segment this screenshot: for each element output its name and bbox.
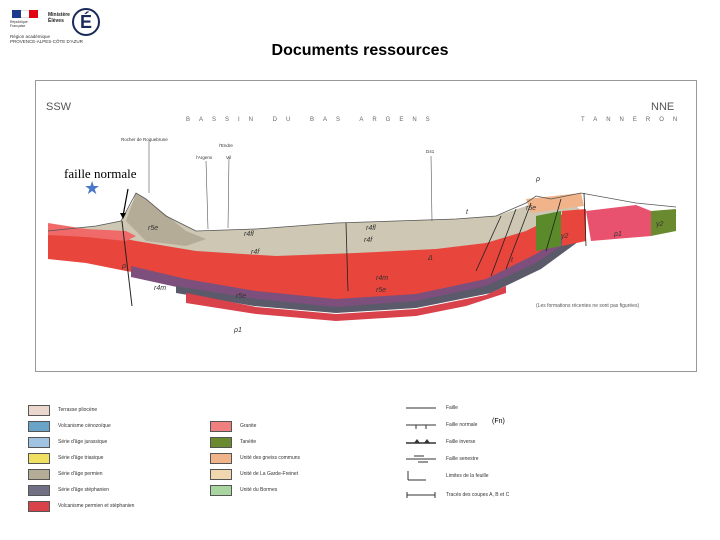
unit-label: r5e: [526, 205, 537, 212]
legend-item: Faille normale: [406, 420, 477, 430]
legend-item: Faille senestre: [406, 454, 479, 464]
olive-block-right: [651, 209, 676, 236]
legend-item: Unité des gneiss communs: [210, 452, 300, 464]
reverse-fault-symbol-icon: [406, 439, 436, 444]
top-label: Rocher de Roquebrune: [121, 137, 168, 142]
fn-label: (Fn): [492, 418, 505, 425]
legend-item: Série d'âge permien: [28, 468, 103, 480]
normal-fault-symbol-icon: [406, 424, 436, 429]
unit-label: γ2: [656, 221, 664, 228]
star-icon: ★: [84, 178, 101, 198]
unit-label: γ2: [561, 233, 569, 240]
tanneron-label: TANNERON: [581, 117, 687, 123]
leader-vil: [227, 156, 230, 229]
legend-item: Unité de La Garde-Freinet: [210, 468, 298, 480]
education-e-icon: É: [72, 8, 100, 36]
legend-item: Unité du Bormes: [210, 484, 277, 496]
legend-item: Terrasse pliocène: [28, 404, 97, 416]
section-note: (Les formations récentes ne sont pas fig…: [536, 303, 640, 309]
ministry-text: Ministère Élèves: [48, 12, 70, 24]
unit-label: r4f: [364, 237, 373, 244]
legend-item: Faille: [406, 403, 458, 413]
faille-normale-annotation: faille normale: [62, 166, 139, 182]
unit-label: r5e: [236, 293, 247, 300]
ministry-logo: République Française Ministère Élèves É …: [8, 6, 100, 46]
geological-cross-section: SSW NNE BASSIN DU BAS ARGENS TANNERON Ro…: [35, 80, 697, 372]
unit-label: r4m: [154, 285, 167, 292]
unit-label: ρ1: [614, 231, 622, 238]
unit-label: ρ: [122, 263, 127, 270]
section-trace-symbol-icon: [406, 492, 436, 498]
unit-label: ρ: [536, 176, 541, 183]
top-label: Vil: [226, 155, 231, 160]
sinistral-fault-symbol-icon: [406, 455, 436, 463]
legend-item: Faille inverse: [406, 437, 475, 447]
sheet-limit-symbol-icon: [407, 471, 426, 481]
unit-label: r4m: [376, 275, 389, 282]
unit-label: r5e: [376, 287, 387, 294]
ssw-label: SSW: [46, 101, 72, 113]
legend-item: Granite: [210, 420, 256, 432]
nne-label: NNE: [651, 101, 675, 113]
unit-label: r5e: [148, 225, 159, 232]
unit-label: t: [511, 257, 513, 264]
top-label: l'Argens: [196, 155, 213, 160]
basin-label: BASSIN DU BAS ARGENS: [186, 117, 439, 123]
legend-item: Série d'âge triasique: [28, 452, 103, 464]
legend-item: Tracés des coupes A, B et C: [406, 490, 509, 500]
top-label: D41: [426, 149, 435, 154]
legend-item: Volcanisme cénozoïque: [28, 420, 111, 432]
legend-item: Limites de la feuille: [406, 471, 489, 481]
unit-label: Δ: [428, 255, 433, 262]
unit-label: r4fl: [244, 231, 254, 238]
unit-label: t: [466, 209, 468, 216]
legend-item: Série d'âge stéphanien: [28, 484, 109, 496]
fault-symbol-icon: [406, 407, 436, 409]
legend-item: Tanéite: [210, 436, 256, 448]
leader-d41: [430, 155, 433, 222]
republic-text: République Française: [10, 20, 28, 28]
leader-argens: [205, 160, 209, 230]
unit-label: r4fl: [366, 225, 376, 232]
orange-block: [562, 209, 586, 246]
legend-item: Série d'âge jurassique: [28, 436, 107, 448]
page-title: Documents ressources: [271, 42, 449, 59]
legend-item: Volcanisme permien et stéphanien: [28, 500, 134, 512]
unit-label: ρ1: [234, 327, 242, 334]
top-label: l'Endre: [219, 143, 233, 148]
olive-block: [536, 211, 561, 251]
french-flag-icon: [12, 10, 39, 18]
unit-label: r4f: [251, 249, 260, 256]
